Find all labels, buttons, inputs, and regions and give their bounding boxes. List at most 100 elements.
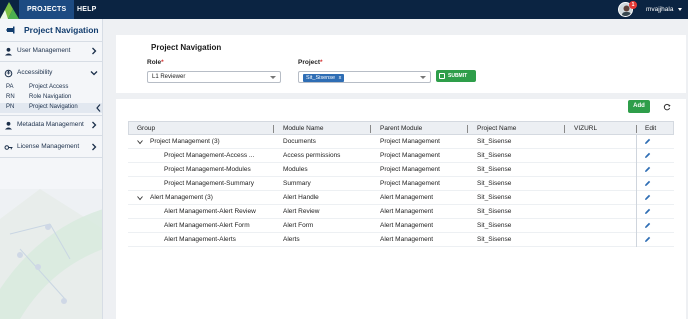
column-resize-handle[interactable] bbox=[467, 125, 468, 133]
module-cell: Alert Review bbox=[283, 208, 320, 215]
chevron-right-icon bbox=[92, 143, 97, 151]
divider bbox=[0, 135, 102, 136]
parent-cell: Project Management bbox=[380, 138, 440, 145]
sidebar-item-label: User Management bbox=[17, 47, 71, 54]
pencil-icon[interactable] bbox=[644, 152, 651, 159]
table-row-group[interactable]: Project Management (3) Documents Project… bbox=[128, 135, 674, 149]
add-button[interactable]: Add bbox=[628, 100, 650, 113]
chevron-down-icon[interactable] bbox=[137, 139, 143, 145]
submit-button-label: SUBMIT bbox=[448, 73, 468, 79]
table-row[interactable]: Alert Management-Alerts Alerts Alert Man… bbox=[128, 233, 674, 247]
subitem-label: Project Access bbox=[29, 84, 69, 90]
group-cell: Alert Management-Alerts bbox=[164, 236, 236, 243]
filter-panel: Project Navigation Role* L1 Reviewer Pro… bbox=[116, 35, 686, 93]
table-row[interactable]: Project Management-Modules Modules Proje… bbox=[128, 163, 674, 177]
pencil-icon[interactable] bbox=[644, 166, 651, 173]
edit-cell bbox=[636, 205, 674, 219]
tab-projects[interactable]: PROJECTS bbox=[19, 0, 75, 19]
tab-help[interactable]: HELP bbox=[69, 0, 104, 19]
project-label: Project* bbox=[298, 59, 323, 66]
parent-cell: Alert Management bbox=[380, 208, 434, 215]
column-header-vizurl[interactable]: VIZURL bbox=[574, 125, 597, 132]
module-cell: Summary bbox=[283, 180, 311, 187]
notification-badge[interactable]: 1 bbox=[629, 1, 637, 9]
column-resize-handle[interactable] bbox=[273, 125, 274, 133]
project-cell: Sit_Sisense bbox=[477, 180, 512, 187]
grid-header: Group Module Name Parent Module Project … bbox=[128, 121, 674, 135]
parent-cell: Project Management bbox=[380, 180, 440, 187]
sidebar-subitem-project-navigation[interactable]: PN Project Navigation bbox=[0, 103, 103, 113]
table-row[interactable]: Alert Management-Alert Form Alert Form A… bbox=[128, 219, 674, 233]
sidebar: Project Navigation User Management Acces… bbox=[0, 19, 103, 319]
results-panel: Add Group Module Name Parent Module Proj… bbox=[116, 99, 686, 319]
refresh-icon[interactable] bbox=[663, 103, 671, 111]
group-cell: Alert Management-Alert Form bbox=[164, 222, 250, 229]
pencil-icon[interactable] bbox=[644, 208, 651, 215]
module-cell: Documents bbox=[283, 138, 316, 145]
module-cell: Alert Handle bbox=[283, 194, 319, 201]
subitem-abbr: PN bbox=[6, 104, 15, 110]
project-select[interactable]: Sit_Sisense x bbox=[298, 71, 431, 83]
pencil-icon[interactable] bbox=[644, 180, 651, 187]
table-row[interactable]: Alert Management-Alert Review Alert Revi… bbox=[128, 205, 674, 219]
pencil-icon[interactable] bbox=[644, 194, 651, 201]
role-label: Role* bbox=[147, 59, 164, 66]
pencil-icon[interactable] bbox=[644, 222, 651, 229]
divider bbox=[0, 41, 102, 42]
sidebar-subitem-project-access[interactable]: PA Project Access bbox=[0, 83, 102, 93]
username-label[interactable]: mvajjhala bbox=[646, 0, 673, 19]
sidebar-item-metadata-management[interactable]: Metadata Management bbox=[0, 117, 102, 134]
edit-cell bbox=[636, 219, 674, 233]
project-cell: Sit_Sisense bbox=[477, 194, 512, 201]
chevron-down-icon bbox=[420, 76, 426, 79]
required-mark: * bbox=[161, 59, 164, 66]
app-logo[interactable] bbox=[0, 0, 19, 19]
column-header-module-name[interactable]: Module Name bbox=[283, 125, 323, 132]
chevron-down-icon bbox=[90, 71, 98, 76]
parent-cell: Project Management bbox=[380, 152, 440, 159]
submit-button[interactable]: SUBMIT bbox=[436, 70, 476, 82]
project-cell: Sit_Sisense bbox=[477, 152, 512, 159]
sidebar-header: Project Navigation bbox=[0, 22, 102, 38]
required-mark: * bbox=[320, 59, 323, 66]
sidebar-item-user-management[interactable]: User Management bbox=[0, 43, 102, 60]
page-title: Project Navigation bbox=[151, 43, 222, 52]
pin-icon[interactable] bbox=[6, 25, 16, 35]
role-select-value: L1 Reviewer bbox=[152, 74, 186, 80]
chevron-down-icon[interactable] bbox=[678, 8, 682, 11]
pencil-icon[interactable] bbox=[644, 138, 651, 145]
edit-cell bbox=[636, 135, 674, 149]
parent-cell: Project Management bbox=[380, 166, 440, 173]
table-row-group[interactable]: Alert Management (3) Alert Handle Alert … bbox=[128, 191, 674, 205]
pencil-icon[interactable] bbox=[644, 236, 651, 243]
column-resize-handle[interactable] bbox=[636, 125, 637, 133]
module-cell: Access permissions bbox=[283, 152, 341, 159]
column-header-project-name[interactable]: Project Name bbox=[477, 125, 516, 132]
group-cell: Project Management-Summary bbox=[164, 180, 254, 187]
sidebar-item-label: Metadata Management bbox=[17, 121, 84, 128]
sidebar-item-accessibility[interactable]: Accessibility bbox=[0, 65, 102, 82]
project-cell: Sit_Sisense bbox=[477, 166, 512, 173]
module-cell: Alerts bbox=[283, 236, 300, 243]
divider bbox=[0, 115, 102, 116]
table-row[interactable]: Project Management-Access ... Access per… bbox=[128, 149, 674, 163]
column-header-parent-module[interactable]: Parent Module bbox=[380, 125, 422, 132]
column-resize-handle[interactable] bbox=[370, 125, 371, 133]
edit-cell bbox=[636, 163, 674, 177]
subitem-abbr: PA bbox=[6, 84, 14, 90]
chevron-down-icon[interactable] bbox=[137, 195, 143, 201]
sidebar-item-license-management[interactable]: License Management bbox=[0, 139, 102, 156]
module-cell: Alert Form bbox=[283, 222, 314, 229]
collapse-sidebar-icon[interactable] bbox=[94, 103, 103, 113]
column-resize-handle[interactable] bbox=[564, 125, 565, 133]
column-header-group[interactable]: Group bbox=[137, 125, 155, 132]
sidebar-subitem-role-navigation[interactable]: RN Role Navigation bbox=[0, 93, 102, 103]
group-cell: Project Management-Access ... bbox=[164, 152, 255, 159]
table-row[interactable]: Project Management-Summary Summary Proje… bbox=[128, 177, 674, 191]
role-select[interactable]: L1 Reviewer bbox=[147, 71, 281, 83]
project-chip-label: Sit_Sisense bbox=[306, 74, 336, 81]
chevron-right-icon bbox=[92, 47, 97, 55]
subitem-label: Role Navigation bbox=[29, 94, 72, 100]
key-icon bbox=[4, 145, 13, 150]
chip-remove-button[interactable]: x bbox=[339, 75, 342, 81]
